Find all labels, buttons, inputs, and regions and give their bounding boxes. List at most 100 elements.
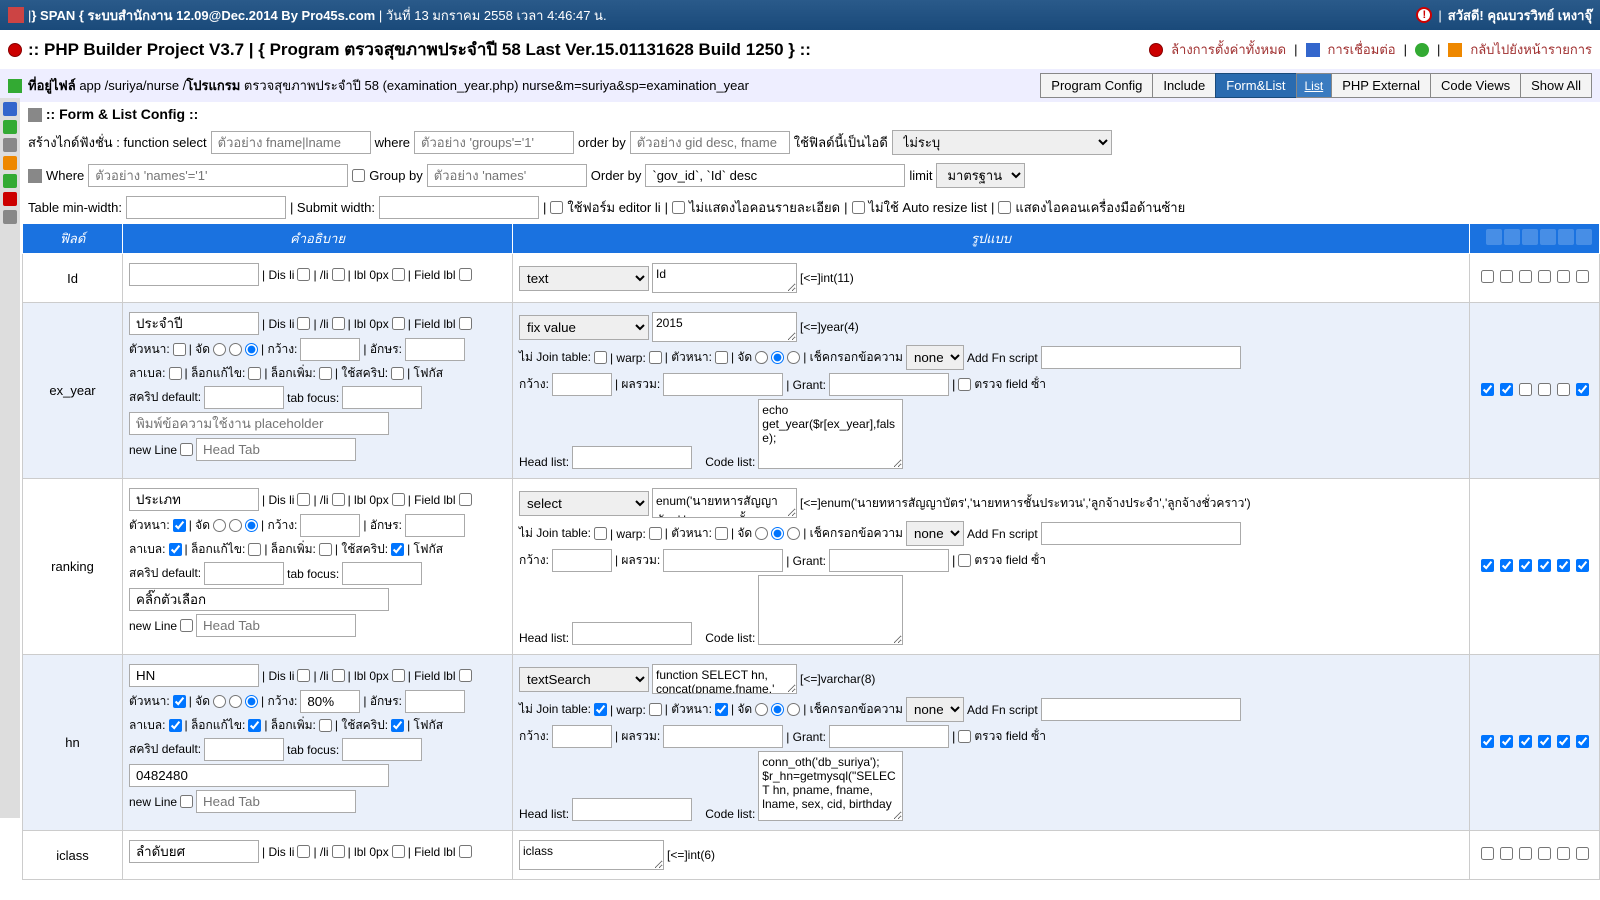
desc-name-input[interactable]	[129, 488, 259, 511]
flag-check-2[interactable]	[1519, 735, 1532, 748]
scriptdef-input[interactable]	[204, 738, 284, 761]
sli-check[interactable]	[332, 317, 345, 330]
sidebar-tool-4[interactable]	[3, 156, 17, 170]
addfn-input[interactable]	[1041, 346, 1241, 369]
flag-check-1[interactable]	[1500, 383, 1513, 396]
headlist-input[interactable]	[572, 798, 692, 821]
fieldlbl-check[interactable]	[459, 669, 472, 682]
noicon-detail-check[interactable]	[672, 201, 685, 214]
label-check[interactable]	[169, 543, 182, 556]
no-autoresize-check[interactable]	[852, 201, 865, 214]
newline-check[interactable]	[180, 443, 193, 456]
sli-check[interactable]	[332, 845, 345, 858]
bold2-check[interactable]	[715, 351, 728, 364]
chars-input[interactable]	[405, 690, 465, 713]
disli-check[interactable]	[297, 669, 310, 682]
tool-icon-4[interactable]	[1540, 229, 1556, 245]
minwidth-input[interactable]	[126, 196, 286, 219]
usescript-check[interactable]	[391, 367, 404, 380]
where-input[interactable]	[414, 131, 574, 154]
width2-input[interactable]	[552, 373, 612, 396]
idfield-select[interactable]: ไม่ระบุ	[892, 130, 1112, 155]
flag-check-1[interactable]	[1500, 735, 1513, 748]
disli-check[interactable]	[297, 268, 310, 281]
lockadd-check[interactable]	[319, 367, 332, 380]
lockedit-check[interactable]	[248, 367, 261, 380]
disli-check[interactable]	[297, 845, 310, 858]
flag-check-4[interactable]	[1557, 847, 1570, 860]
flag-check-2[interactable]	[1519, 847, 1532, 860]
tab-include[interactable]: Include	[1152, 73, 1216, 98]
fieldlbl-check[interactable]	[459, 317, 472, 330]
align-right-radio[interactable]	[245, 695, 258, 708]
warp-check[interactable]	[649, 351, 662, 364]
warp-check[interactable]	[649, 527, 662, 540]
type-select[interactable]: text	[519, 266, 649, 291]
flag-check-2[interactable]	[1519, 559, 1532, 572]
align2-l-radio[interactable]	[755, 527, 768, 540]
flag-check-5[interactable]	[1576, 735, 1589, 748]
clear-icon[interactable]	[1149, 43, 1163, 57]
flag-check-0[interactable]	[1481, 735, 1494, 748]
lbl0-check[interactable]	[392, 268, 405, 281]
chars-input[interactable]	[405, 338, 465, 361]
newline-check[interactable]	[180, 795, 193, 808]
align2-l-radio[interactable]	[755, 351, 768, 364]
flag-check-3[interactable]	[1538, 847, 1551, 860]
connect-icon[interactable]	[1306, 43, 1320, 57]
bold-check[interactable]	[173, 695, 186, 708]
align2-c-radio[interactable]	[771, 351, 784, 364]
sidebar-tool-5[interactable]	[3, 174, 17, 188]
align-right-radio[interactable]	[245, 343, 258, 356]
headtab-input[interactable]	[196, 614, 356, 637]
desc-name-input[interactable]	[129, 263, 259, 286]
desc-name-input[interactable]	[129, 312, 259, 335]
checkmsg-select[interactable]: none	[906, 345, 964, 370]
flag-check-0[interactable]	[1481, 270, 1494, 283]
flag-check-4[interactable]	[1557, 270, 1570, 283]
type-select[interactable]: fix value	[519, 315, 649, 340]
placeholder-input[interactable]	[129, 764, 389, 787]
bold-check[interactable]	[173, 519, 186, 532]
tool-icon-5[interactable]	[1558, 229, 1574, 245]
tab-php-external[interactable]: PHP External	[1331, 73, 1431, 98]
sidebar-tool-3[interactable]	[3, 138, 17, 152]
newline-check[interactable]	[180, 619, 193, 632]
sidebar-tool-6[interactable]	[3, 192, 17, 206]
tool-icon-1[interactable]	[1486, 229, 1502, 245]
sli-check[interactable]	[332, 268, 345, 281]
codelist-textarea[interactable]: echo get_year($r[ex_year],false);	[758, 399, 903, 469]
lockadd-check[interactable]	[319, 543, 332, 556]
back-link[interactable]: กลับไปยังหน้ารายการ	[1470, 39, 1592, 60]
align-center-radio[interactable]	[229, 343, 242, 356]
warp-check[interactable]	[649, 703, 662, 716]
lbl0-check[interactable]	[392, 669, 405, 682]
orderby2-input[interactable]	[645, 164, 905, 187]
tab-program-config[interactable]: Program Config	[1040, 73, 1153, 98]
width2-input[interactable]	[552, 549, 612, 572]
sql-textarea[interactable]: function SELECT hn, concat(pname,fname,'	[652, 664, 797, 694]
flag-check-5[interactable]	[1576, 270, 1589, 283]
scriptdef-input[interactable]	[204, 386, 284, 409]
tab-list[interactable]: List	[1296, 73, 1333, 98]
grant-input[interactable]	[829, 373, 949, 396]
lockedit-check[interactable]	[248, 543, 261, 556]
where2-input[interactable]	[88, 164, 348, 187]
scriptdef-input[interactable]	[204, 562, 284, 585]
align2-l-radio[interactable]	[755, 703, 768, 716]
align2-c-radio[interactable]	[771, 527, 784, 540]
addfn-input[interactable]	[1041, 698, 1241, 721]
back-icon[interactable]	[1448, 43, 1462, 57]
sidebar-tool-1[interactable]	[3, 102, 17, 116]
placeholder-input[interactable]	[129, 412, 389, 435]
flag-check-3[interactable]	[1538, 735, 1551, 748]
flag-check-4[interactable]	[1557, 735, 1570, 748]
stop-icon[interactable]	[8, 43, 22, 57]
flag-check-4[interactable]	[1557, 559, 1570, 572]
flag-check-3[interactable]	[1538, 383, 1551, 396]
sidebar-tool-7[interactable]	[3, 210, 17, 224]
flag-check-2[interactable]	[1519, 383, 1532, 396]
bold-check[interactable]	[173, 343, 186, 356]
checkfield-check[interactable]	[958, 730, 971, 743]
alert-icon[interactable]: !	[1416, 7, 1432, 23]
